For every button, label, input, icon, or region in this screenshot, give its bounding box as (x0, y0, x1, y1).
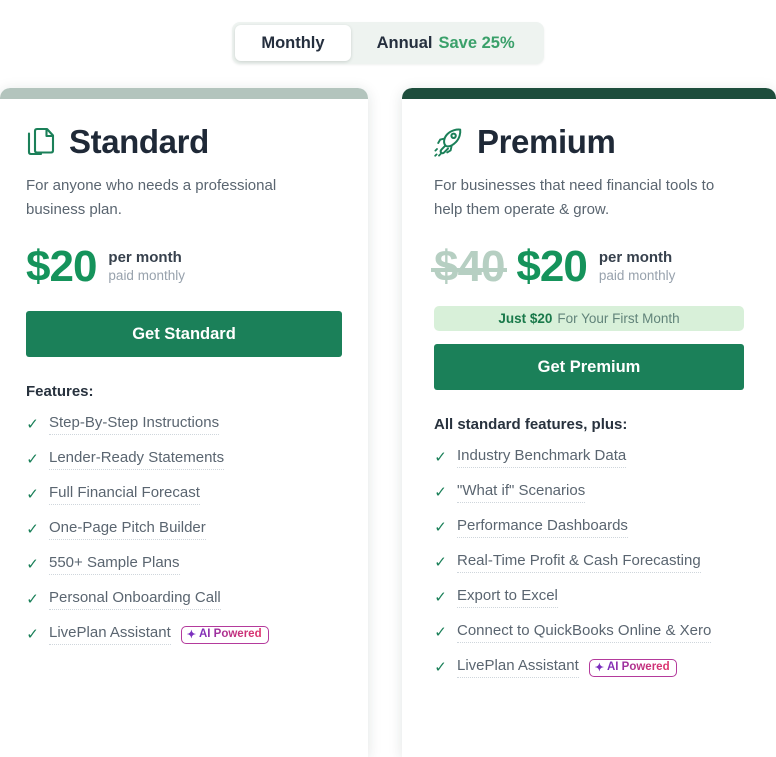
promo-text: For Your First Month (557, 311, 680, 327)
feature-item: ✓ LivePlan Assistant ✦ AI Powered (434, 657, 744, 679)
feature-item: ✓ Real-Time Profit & Cash Forecasting (434, 552, 744, 574)
billing-toggle-annual-label: Annual (376, 33, 433, 52)
card-accent-bar-standard (0, 88, 368, 99)
sparkle-icon: ✦ (186, 628, 196, 641)
feature-item: ✓ 550+ Sample Plans (26, 554, 342, 576)
features-title-premium: All standard features, plus: (434, 416, 628, 434)
check-icon: ✓ (434, 449, 447, 467)
feature-label: Full Financial Forecast (49, 484, 200, 506)
plan-description-premium: For businesses that need financial tools… (434, 177, 715, 218)
feature-label: "What if" Scenarios (457, 482, 586, 504)
price-billed-label-standard: paid monthly (108, 268, 185, 284)
feature-item: ✓ Full Financial Forecast (26, 484, 342, 506)
documents-icon (26, 126, 56, 158)
plan-description-standard: For anyone who needs a professional busi… (26, 177, 277, 218)
rocket-icon (434, 126, 464, 158)
check-icon: ✓ (434, 519, 447, 537)
billing-toggle[interactable]: Monthly Annual Save 25% (232, 22, 544, 64)
feature-label: Export to Excel (457, 587, 558, 609)
feature-item: ✓ "What if" Scenarios (434, 482, 744, 504)
plan-card-standard: Standard For anyone who needs a professi… (0, 88, 368, 757)
check-icon: ✓ (26, 416, 39, 434)
feature-label: Industry Benchmark Data (457, 447, 627, 469)
feature-label: LivePlan Assistant (49, 624, 171, 646)
feature-label: Lender-Ready Statements (49, 449, 225, 471)
sparkle-icon: ✦ (594, 661, 604, 674)
billing-toggle-container: Monthly Annual Save 25% (0, 0, 776, 86)
feature-label: LivePlan Assistant (457, 657, 579, 679)
feature-label: Performance Dashboards (457, 517, 628, 539)
feature-item: ✓ Performance Dashboards (434, 517, 744, 539)
billing-toggle-monthly[interactable]: Monthly (235, 25, 351, 61)
plan-price-premium: $20 (516, 242, 587, 292)
feature-label: Connect to QuickBooks Online & Xero (457, 622, 712, 644)
price-row-standard: $20 per month paid monthly (26, 245, 342, 289)
billing-toggle-annual[interactable]: Annual Save 25% (351, 25, 541, 61)
check-icon: ✓ (26, 451, 39, 469)
plan-price-standard: $20 (26, 242, 97, 292)
plan-header-premium: Premium (434, 125, 744, 158)
feature-label: Personal Onboarding Call (49, 589, 221, 611)
check-icon: ✓ (434, 624, 447, 642)
check-icon: ✓ (26, 556, 39, 574)
plan-price-original-premium: $40 (430, 242, 508, 292)
check-icon: ✓ (26, 486, 39, 504)
promo-banner: Just $20 For Your First Month (434, 306, 744, 332)
feature-item: ✓ Lender-Ready Statements (26, 449, 342, 471)
check-icon: ✓ (434, 589, 447, 607)
feature-label: 550+ Sample Plans (49, 554, 180, 576)
billing-toggle-monthly-label: Monthly (261, 33, 325, 52)
check-icon: ✓ (26, 521, 39, 539)
price-billed-label-premium: paid monthly (598, 268, 676, 284)
get-premium-button[interactable]: Get Premium (434, 344, 744, 391)
feature-item: ✓ Industry Benchmark Data (434, 447, 744, 469)
ai-powered-badge: ✦ AI Powered (180, 625, 269, 644)
check-icon: ✓ (434, 659, 447, 677)
feature-label: One-Page Pitch Builder (49, 519, 206, 541)
ai-powered-badge-label: AI Powered (606, 661, 670, 674)
plan-title-standard: Standard (69, 123, 209, 160)
check-icon: ✓ (26, 591, 39, 609)
plan-title-premium: Premium (477, 123, 616, 160)
check-icon: ✓ (434, 484, 447, 502)
price-row-premium: $40 $20 per month paid monthly (430, 242, 744, 292)
feature-item: ✓ Personal Onboarding Call (26, 589, 342, 611)
feature-item: ✓ Step-By-Step Instructions (26, 414, 342, 436)
feature-item: ✓ LivePlan Assistant ✦ AI Powered (26, 624, 342, 646)
check-icon: ✓ (26, 626, 39, 644)
ai-powered-badge: ✦ AI Powered (588, 658, 677, 677)
price-meta-standard: per month paid monthly (108, 249, 185, 286)
plan-header-standard: Standard (26, 125, 342, 158)
price-meta-premium: per month paid monthly (599, 249, 676, 286)
feature-label: Real-Time Profit & Cash Forecasting (457, 552, 701, 574)
feature-item: ✓ Connect to QuickBooks Online & Xero (434, 622, 744, 644)
card-accent-bar-premium (402, 88, 776, 99)
feature-item: ✓ Export to Excel (434, 587, 744, 609)
ai-powered-badge-label: AI Powered (198, 628, 262, 641)
feature-label: Step-By-Step Instructions (49, 414, 220, 436)
check-icon: ✓ (434, 554, 447, 572)
get-standard-button[interactable]: Get Standard (26, 311, 342, 358)
features-title-standard: Features: (26, 383, 94, 401)
pricing-cards: Standard For anyone who needs a professi… (0, 88, 776, 757)
feature-item: ✓ One-Page Pitch Builder (26, 519, 342, 541)
billing-toggle-annual-save-label: Save 25% (438, 33, 515, 52)
price-per-label-standard: per month (108, 248, 182, 266)
plan-card-premium: Premium For businesses that need financi… (402, 88, 776, 757)
promo-highlight: Just $20 (498, 311, 553, 327)
price-per-label-premium: per month (598, 248, 673, 266)
